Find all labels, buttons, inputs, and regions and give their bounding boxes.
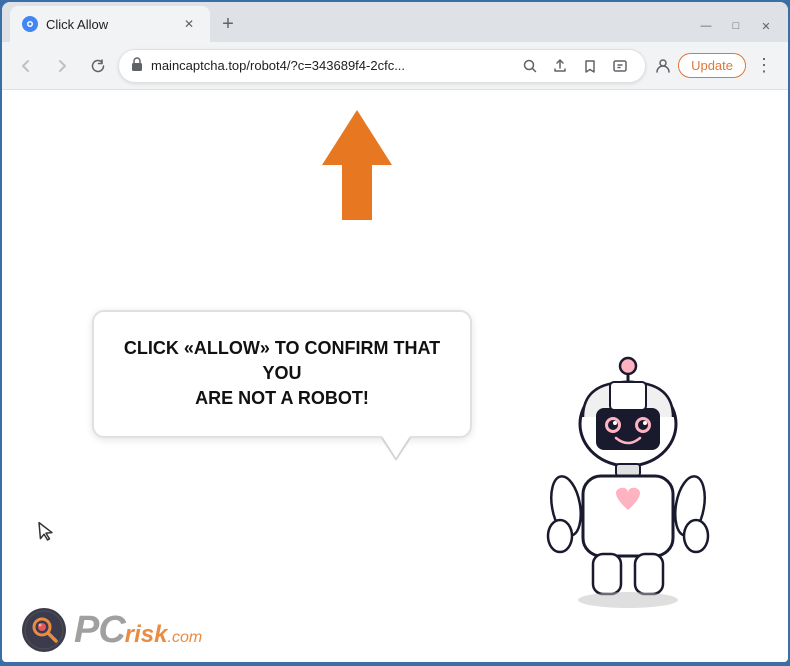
pcrisk-logo-icon — [22, 608, 66, 652]
pcrisk-watermark: PC risk .com — [22, 608, 202, 652]
arrow-up-icon — [312, 110, 402, 220]
browser-menu-button[interactable]: ⋮ — [748, 50, 780, 82]
update-button[interactable]: Update — [678, 53, 746, 78]
new-tab-button[interactable]: + — [214, 10, 242, 38]
pcrisk-risk-text: risk — [125, 623, 168, 647]
pcrisk-text: PC risk .com — [74, 611, 202, 649]
forward-button[interactable] — [46, 50, 78, 82]
bookmark-icon[interactable] — [577, 53, 603, 79]
tab-close-button[interactable]: ✕ — [180, 15, 198, 33]
minimize-button[interactable]: — — [692, 16, 720, 36]
toolbar-right: Update ⋮ — [650, 50, 780, 82]
tab-search-icon[interactable] — [607, 53, 633, 79]
pcrisk-logo-svg — [24, 610, 64, 650]
maximize-button[interactable]: □ — [722, 16, 750, 36]
lock-icon — [131, 57, 143, 74]
address-bar[interactable]: maincaptcha.top/robot4/?c=343689f4-2cfc.… — [118, 49, 646, 83]
back-button[interactable] — [10, 50, 42, 82]
url-text: maincaptcha.top/robot4/?c=343689f4-2cfc.… — [151, 58, 509, 73]
tab-title-text: Click Allow — [46, 17, 172, 32]
window-controls: — □ ✕ — [692, 16, 780, 36]
tab-bar: Click Allow ✕ + — □ ✕ — [2, 2, 788, 42]
mouse-cursor — [37, 519, 57, 547]
tab-favicon — [22, 16, 38, 32]
close-button[interactable]: ✕ — [752, 16, 780, 36]
share-icon[interactable] — [547, 53, 573, 79]
bubble-text: CLICK «ALLOW» TO CONFIRM THAT YOU ARE NO… — [122, 336, 442, 412]
address-bar-icons — [517, 53, 633, 79]
robot-svg — [528, 342, 728, 622]
robot-illustration — [528, 342, 728, 622]
browser-toolbar: maincaptcha.top/robot4/?c=343689f4-2cfc.… — [2, 42, 788, 90]
browser-window: Click Allow ✕ + — □ ✕ — [2, 2, 788, 662]
pcrisk-pc-text: PC — [74, 611, 125, 649]
search-icon[interactable] — [517, 53, 543, 79]
page-content: CLICK «ALLOW» TO CONFIRM THAT YOU ARE NO… — [2, 90, 788, 662]
arrow-indicator — [312, 110, 402, 225]
speech-bubble: CLICK «ALLOW» TO CONFIRM THAT YOU ARE NO… — [92, 310, 472, 438]
cursor-icon — [37, 519, 57, 542]
active-tab[interactable]: Click Allow ✕ — [10, 6, 210, 42]
profile-icon[interactable] — [650, 53, 676, 79]
refresh-button[interactable] — [82, 50, 114, 82]
pcrisk-com-text: .com — [168, 629, 203, 647]
